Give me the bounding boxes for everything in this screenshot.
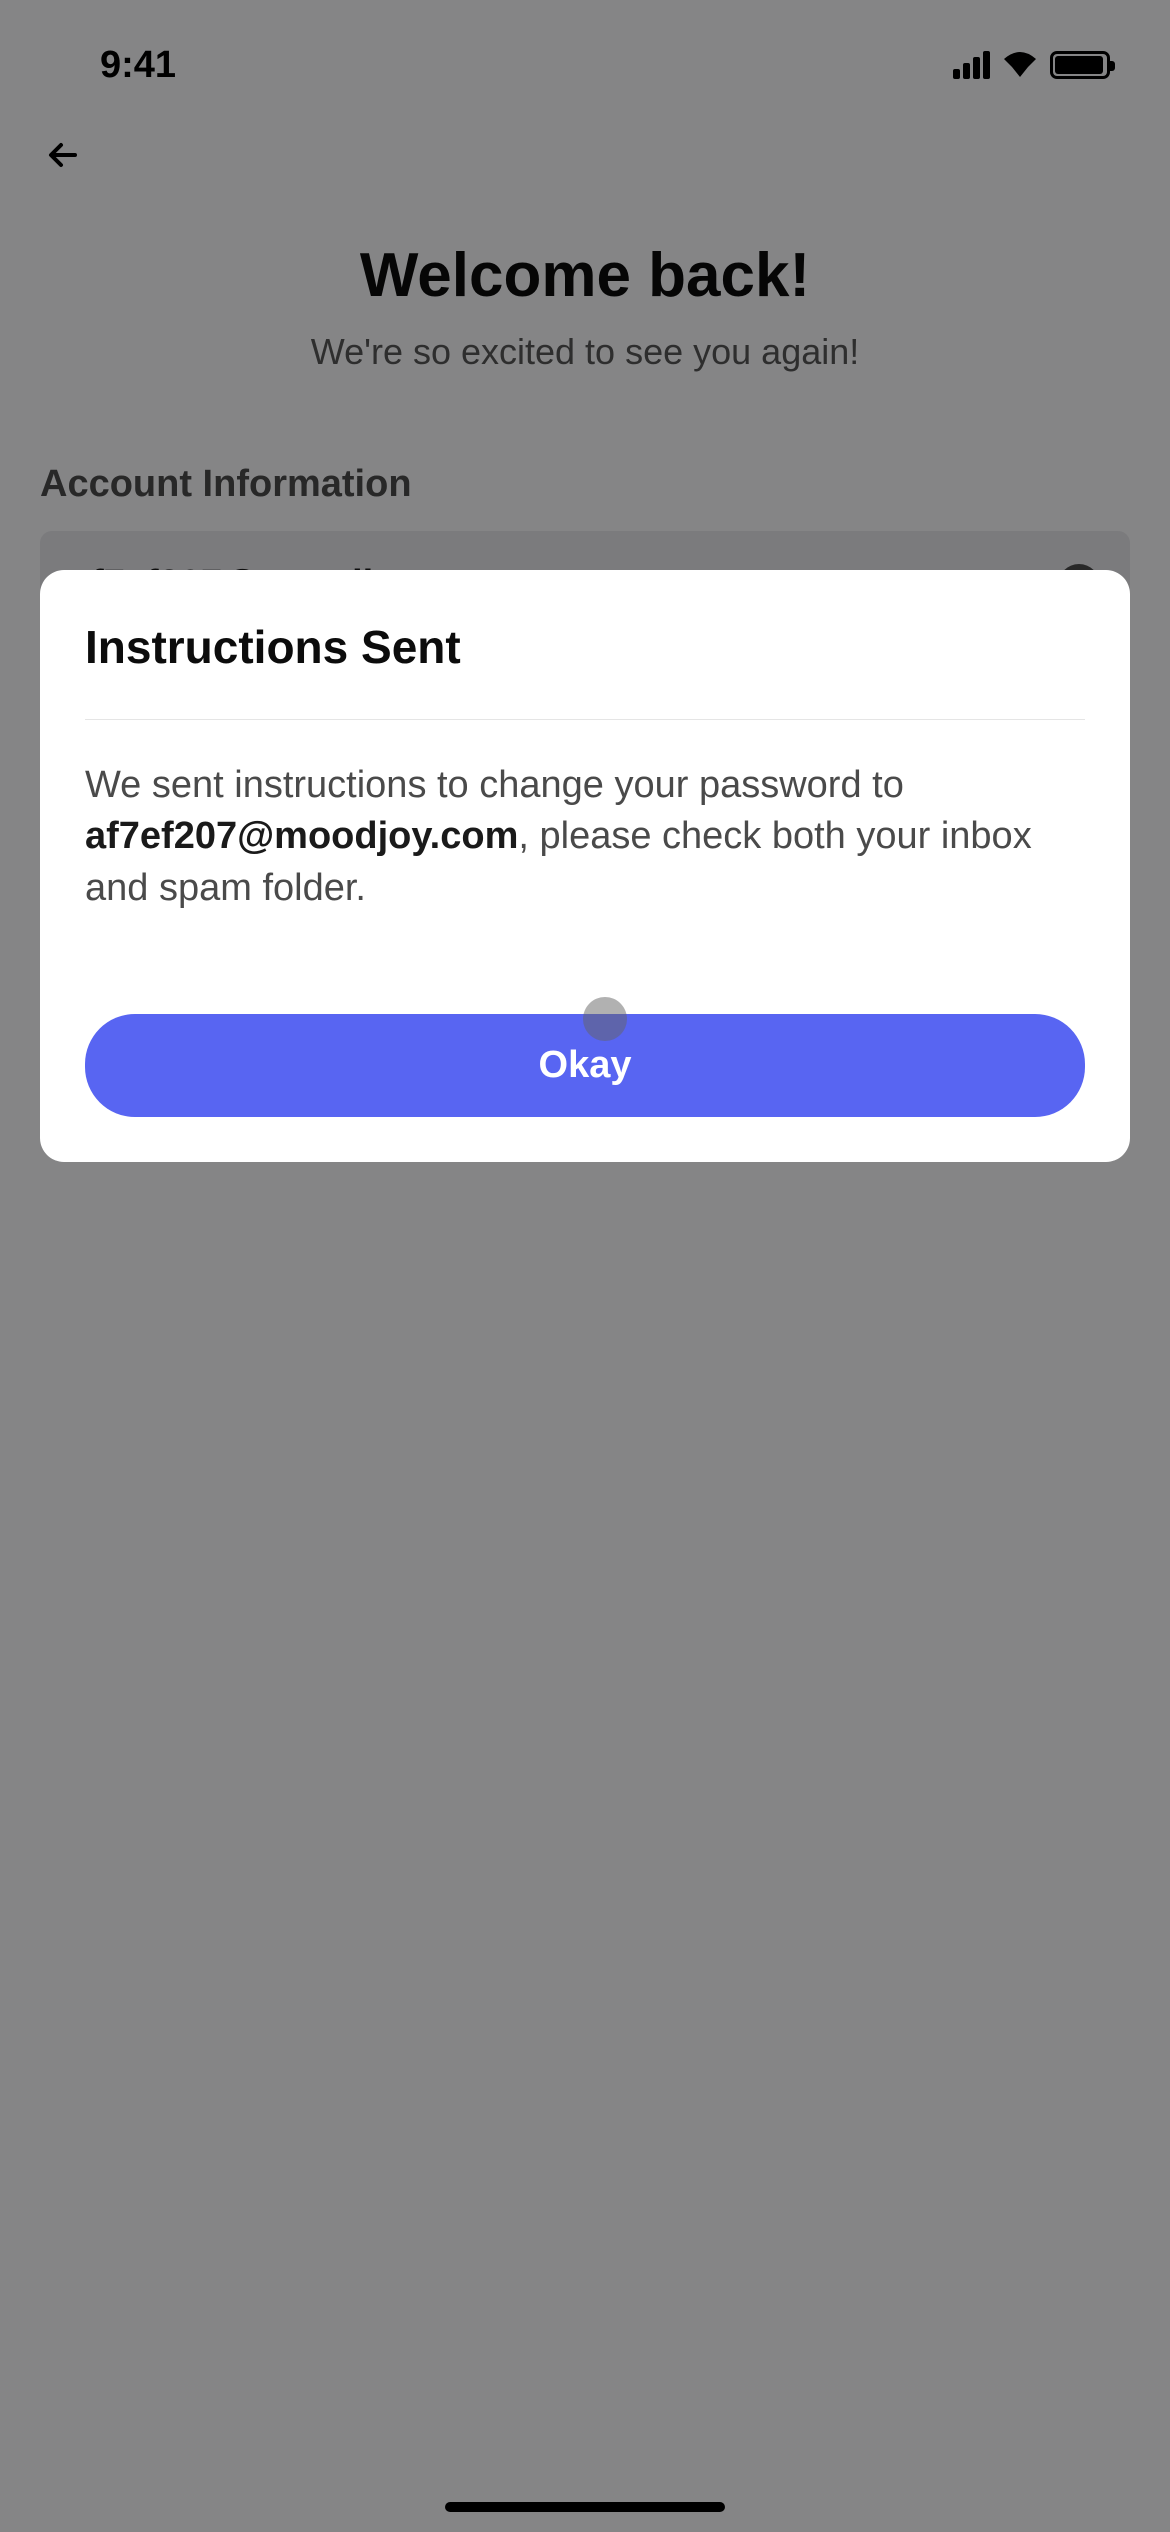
- okay-button-label: Okay: [539, 1044, 632, 1086]
- modal-body: We sent instructions to change your pass…: [85, 760, 1085, 914]
- touch-indicator-icon: [583, 997, 627, 1041]
- instructions-sent-modal: Instructions Sent We sent instructions t…: [40, 570, 1130, 1162]
- modal-body-prefix: We sent instructions to change your pass…: [85, 764, 904, 806]
- home-indicator[interactable]: [445, 2502, 725, 2512]
- okay-button[interactable]: Okay: [85, 1014, 1085, 1117]
- modal-divider: [85, 719, 1085, 720]
- modal-overlay[interactable]: Instructions Sent We sent instructions t…: [0, 0, 1170, 2532]
- modal-body-email: af7ef207@moodjoy.com: [85, 815, 518, 857]
- modal-title: Instructions Sent: [85, 620, 1085, 674]
